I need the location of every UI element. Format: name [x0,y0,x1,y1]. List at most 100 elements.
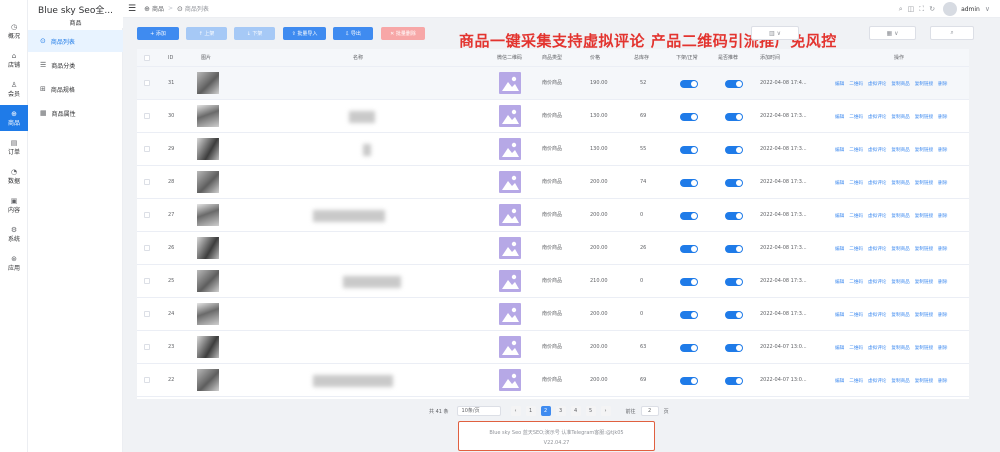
row-checkbox[interactable] [144,80,150,86]
table-row[interactable]: 28 南价商品 200.00 74 2022-04-08 17:3... 编辑 二维码 虚拟评… [137,166,969,199]
action-link-5[interactable]: 删除 [938,312,947,318]
action-link-1[interactable]: 二维码 [849,213,863,219]
action-link-4[interactable]: 复制链接 [915,279,933,285]
status-switch[interactable] [680,245,698,253]
action-link-3[interactable]: 复制商品 [891,378,909,384]
action-link-1[interactable]: 二维码 [849,114,863,120]
action-link-2[interactable]: 虚拟评论 [868,114,886,120]
batch-delete-button[interactable]: ✕ 批量删除 [381,27,425,40]
action-link-2[interactable]: 虚拟评论 [868,147,886,153]
status-switch[interactable] [680,212,698,220]
qrcode-image-icon[interactable] [499,237,521,259]
table-row[interactable]: 30 南价商品 130.00 69 2022-04-08 17:3... 编辑 二维码 虚拟评… [137,100,969,133]
action-link-1[interactable]: 二维码 [849,180,863,186]
product-name-redacted[interactable] [313,210,385,222]
rail-item-6[interactable]: ▣ 内容 [0,192,28,218]
page-size-select[interactable]: 10条/页 [456,406,501,416]
user-name[interactable]: admin [961,6,980,13]
action-link-5[interactable]: 删除 [938,180,947,186]
action-link-3[interactable]: 复制商品 [891,213,909,219]
action-link-0[interactable]: 编辑 [835,378,844,384]
subnav-item-0[interactable]: ⊙ 商品列表 [28,30,123,52]
status-switch[interactable] [680,80,698,88]
prev-page-button[interactable]: ‹ [510,406,521,416]
product-name-redacted[interactable] [343,276,401,288]
col-price[interactable]: 价格 [590,49,600,67]
action-link-4[interactable]: 复制链接 [915,213,933,219]
qrcode-image-icon[interactable] [499,171,521,193]
row-checkbox[interactable] [144,113,150,119]
chevron-down-icon[interactable]: ∨ [985,5,990,13]
view-toggle-dropdown[interactable]: ▦ ∨ [869,26,916,40]
table-row[interactable]: 24 南价商品 200.00 0 2022-04-08 17:3... 编辑 二维码 虚拟评论… [137,298,969,331]
col-id[interactable]: ID [168,49,173,67]
action-link-2[interactable]: 虚拟评论 [868,312,886,318]
recommend-switch[interactable] [725,80,743,88]
action-link-2[interactable]: 虚拟评论 [868,279,886,285]
recommend-switch[interactable] [725,146,743,154]
recommend-switch[interactable] [725,377,743,385]
action-link-2[interactable]: 虚拟评论 [868,345,886,351]
qrcode-image-icon[interactable] [499,270,521,292]
action-link-3[interactable]: 复制商品 [891,246,909,252]
action-link-3[interactable]: 复制商品 [891,147,909,153]
action-link-4[interactable]: 复制链接 [915,345,933,351]
action-link-0[interactable]: 编辑 [835,81,844,87]
rail-item-5[interactable]: ◔ 数据 [0,163,28,189]
table-row[interactable]: 26 南价商品 200.00 26 2022-04-08 17:3... 编辑 二维码 虚拟评… [137,232,969,265]
action-link-4[interactable]: 复制链接 [915,180,933,186]
rail-item-0[interactable]: ◷ 概况 [0,18,28,44]
row-checkbox[interactable] [144,146,150,152]
row-checkbox[interactable] [144,179,150,185]
action-link-5[interactable]: 删除 [938,246,947,252]
rail-item-1[interactable]: ⌂ 店铺 [0,47,28,73]
product-thumbnail[interactable] [197,204,219,226]
product-thumbnail[interactable] [197,237,219,259]
select-all-checkbox[interactable] [144,55,150,61]
action-link-1[interactable]: 二维码 [849,246,863,252]
column-filter-dropdown[interactable]: ▥ ∨ [751,26,799,40]
action-link-3[interactable]: 复制商品 [891,312,909,318]
product-name-redacted[interactable] [363,144,371,156]
action-link-1[interactable]: 二维码 [849,147,863,153]
recommend-switch[interactable] [725,113,743,121]
search-icon[interactable]: ⌕ [899,5,903,14]
status-switch[interactable] [680,113,698,121]
action-link-5[interactable]: 删除 [938,213,947,219]
action-link-2[interactable]: 虚拟评论 [868,246,886,252]
action-link-2[interactable]: 虚拟评论 [868,81,886,87]
action-link-5[interactable]: 删除 [938,81,947,87]
subnav-item-2[interactable]: ⊞ 商品规格 [28,78,123,100]
product-thumbnail[interactable] [197,138,219,160]
action-link-3[interactable]: 复制商品 [891,279,909,285]
recommend-switch[interactable] [725,212,743,220]
recommend-switch[interactable] [725,344,743,352]
action-link-0[interactable]: 编辑 [835,312,844,318]
action-link-4[interactable]: 复制链接 [915,312,933,318]
product-thumbnail[interactable] [197,171,219,193]
status-switch[interactable] [680,278,698,286]
action-link-2[interactable]: 虚拟评论 [868,378,886,384]
export-button[interactable]: ⇩ 导出 [333,27,373,40]
product-thumbnail[interactable] [197,72,219,94]
qrcode-image-icon[interactable] [499,105,521,127]
qrcode-image-icon[interactable] [499,72,521,94]
row-checkbox[interactable] [144,278,150,284]
status-switch[interactable] [680,311,698,319]
qrcode-image-icon[interactable] [499,138,521,160]
action-link-4[interactable]: 复制链接 [915,378,933,384]
page-button[interactable]: 1 [525,406,536,416]
table-row[interactable]: 31 南价商品 190.00 52 2022-04-08 17:4... 编辑 二维码 虚拟评… [137,67,969,100]
refresh-icon[interactable]: ↻ [929,5,935,13]
row-checkbox[interactable] [144,212,150,218]
product-thumbnail[interactable] [197,336,219,358]
action-link-1[interactable]: 二维码 [849,378,863,384]
product-thumbnail[interactable] [197,105,219,127]
action-link-4[interactable]: 复制链接 [915,114,933,120]
action-link-5[interactable]: 删除 [938,279,947,285]
product-name-redacted[interactable] [349,111,375,123]
search-button[interactable]: ⌕ [930,26,974,40]
recommend-switch[interactable] [725,179,743,187]
unshelve-button[interactable]: ↓ 下架 [234,27,275,40]
page-button[interactable]: 5 [585,406,596,416]
